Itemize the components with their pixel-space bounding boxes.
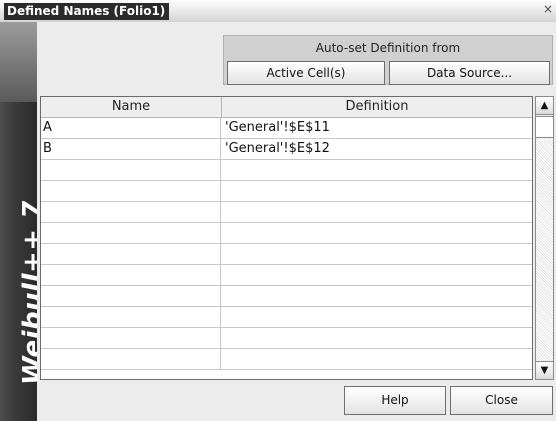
autoset-group: Auto-set Definition from Active Cell(s) … [223,35,553,85]
table-row[interactable] [41,223,532,244]
definition-cell[interactable] [222,307,532,327]
definition-cell[interactable] [222,328,532,348]
name-cell[interactable] [41,244,221,264]
table-row[interactable] [41,244,532,265]
dialog-body: Auto-set Definition from Active Cell(s) … [37,22,556,421]
names-table: Name Definition A 'General'!$E$11 B 'Genera… [40,96,533,380]
name-cell[interactable] [41,181,221,201]
data-source-button[interactable]: Data Source... [389,61,550,85]
title-bar[interactable]: Defined Names (Folio1) × [0,0,556,23]
banner-gradient [0,22,37,102]
column-header-name[interactable]: Name [41,97,222,117]
vertical-scrollbar[interactable]: ▲ ▼ [535,96,554,380]
definition-cell[interactable] [222,223,532,243]
window-title: Defined Names (Folio1) [4,3,170,20]
table-body: A 'General'!$E$11 B 'General'!$E$12 [41,118,532,370]
definition-cell[interactable]: 'General'!$E$11 [222,118,532,138]
definition-cell[interactable] [222,244,532,264]
close-button[interactable]: Close [450,386,553,415]
definition-cell[interactable] [222,160,532,180]
scroll-thumb[interactable] [536,116,553,138]
table-row[interactable]: B 'General'!$E$12 [41,139,532,160]
name-cell[interactable] [41,223,221,243]
definition-cell[interactable]: 'General'!$E$12 [222,139,532,159]
name-cell[interactable] [41,265,221,285]
name-cell[interactable] [41,286,221,306]
product-banner: Weibull++ 7 [0,22,37,421]
table-row[interactable] [41,265,532,286]
definition-cell[interactable] [222,202,532,222]
definition-cell[interactable] [222,349,532,369]
name-cell[interactable] [41,349,221,369]
table-row[interactable] [41,160,532,181]
name-cell[interactable]: B [41,139,221,159]
table-row[interactable]: A 'General'!$E$11 [41,118,532,139]
table-row[interactable] [41,286,532,307]
active-cells-button[interactable]: Active Cell(s) [227,61,385,85]
definition-cell[interactable] [222,181,532,201]
scroll-up-icon[interactable]: ▲ [536,97,553,115]
table-row[interactable] [41,202,532,223]
name-cell[interactable] [41,328,221,348]
table-row[interactable] [41,349,532,370]
definition-cell[interactable] [222,286,532,306]
table-row[interactable] [41,181,532,202]
table-header: Name Definition [41,97,532,118]
name-cell[interactable] [41,307,221,327]
name-cell[interactable] [41,202,221,222]
scroll-down-icon[interactable]: ▼ [536,361,553,379]
product-logo: Weibull++ 7 [18,200,37,385]
table-row[interactable] [41,307,532,328]
table-row[interactable] [41,328,532,349]
definition-cell[interactable] [222,265,532,285]
help-button[interactable]: Help [344,386,446,415]
name-cell[interactable]: A [41,118,221,138]
name-cell[interactable] [41,160,221,180]
column-header-definition[interactable]: Definition [222,97,532,117]
autoset-label: Auto-set Definition from [315,41,461,55]
close-icon[interactable]: × [542,2,554,16]
